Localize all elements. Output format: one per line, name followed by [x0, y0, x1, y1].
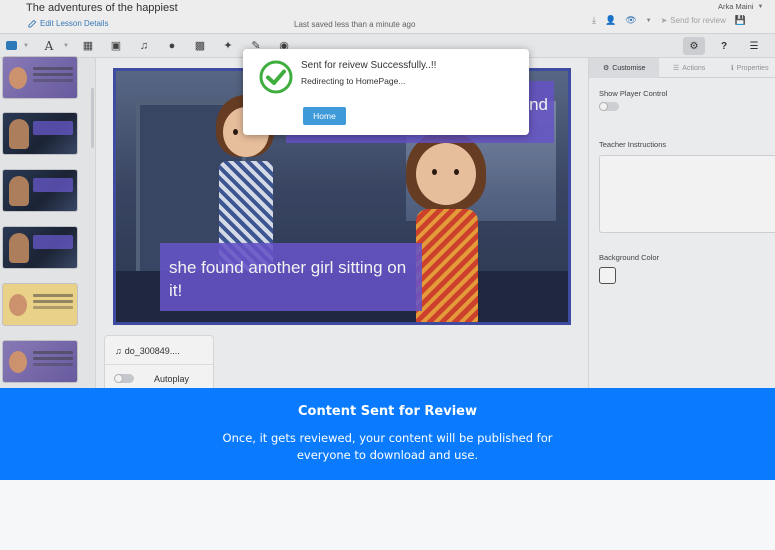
home-button[interactable]: Home — [303, 107, 346, 125]
editor-page: The adventures of the happiest Edit Less… — [0, 0, 775, 550]
review-success-dialog: Sent for reivew Successfully..!! Redirec… — [243, 49, 529, 135]
dialog-title: Sent for reivew Successfully..!! — [301, 60, 437, 71]
banner-heading: Content Sent for Review — [297, 404, 478, 419]
check-circle-icon — [259, 60, 293, 94]
dialog-subtitle: Redirecting to HomePage... — [301, 76, 406, 86]
review-banner: Content Sent for Review Once, it gets re… — [0, 388, 775, 480]
page-footer-area — [0, 480, 775, 550]
banner-body: Once, it gets reviewed, your content wil… — [222, 431, 553, 462]
